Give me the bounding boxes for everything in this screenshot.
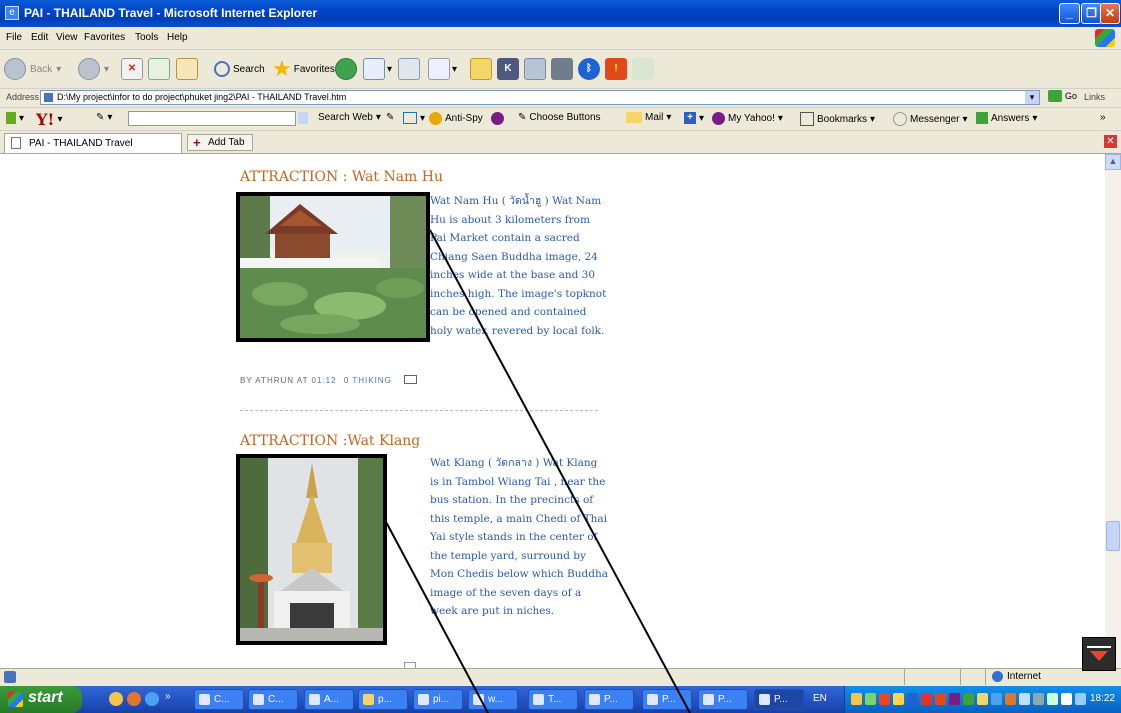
down-arrow-icon bbox=[1090, 651, 1108, 661]
scroll-down-widget[interactable] bbox=[1082, 637, 1116, 671]
annotation-lines bbox=[384, 229, 691, 713]
annotation-line-2 bbox=[384, 519, 489, 713]
annotation-line-1 bbox=[429, 229, 691, 713]
bar-icon bbox=[1087, 646, 1111, 648]
